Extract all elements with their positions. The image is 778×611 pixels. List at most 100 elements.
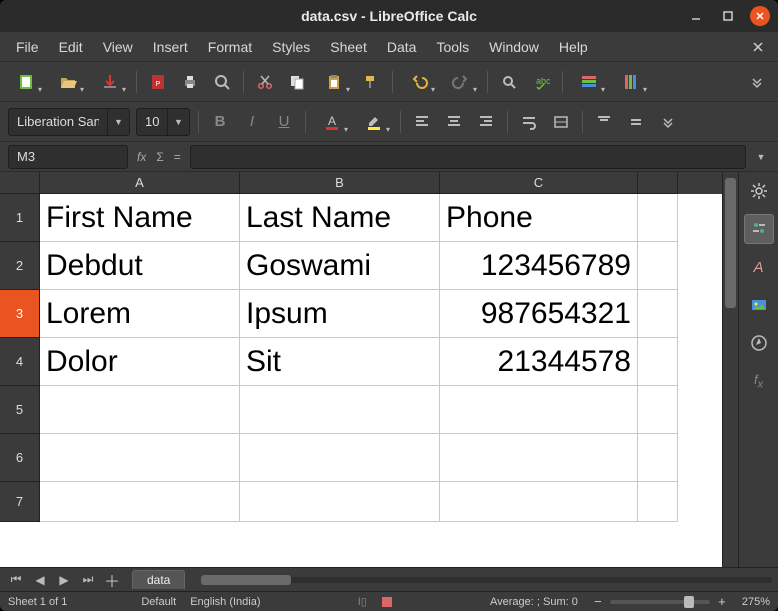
sidebar-settings-button[interactable] [744,176,774,206]
cell-c2[interactable]: 123456789 [440,242,638,290]
save-button[interactable] [92,69,128,95]
cell-b7[interactable] [240,482,440,522]
sidebar-functions-button[interactable]: fx [744,366,774,396]
menu-edit[interactable]: Edit [49,35,93,59]
toolbar-overflow-button[interactable] [655,109,681,135]
vertical-scrollbar[interactable] [722,172,738,567]
zoom-slider-thumb[interactable] [684,596,694,608]
cell-d5[interactable] [638,386,678,434]
cell-b4[interactable]: Sit [240,338,440,386]
last-sheet-button[interactable]: ⏭ [78,571,98,589]
selection-mode-icon[interactable] [381,596,393,608]
row-header-4[interactable]: 4 [0,338,40,386]
cut-button[interactable] [252,69,278,95]
menu-format[interactable]: Format [198,35,262,59]
wrap-text-button[interactable] [516,109,542,135]
align-right-button[interactable] [473,109,499,135]
redo-button[interactable] [443,69,479,95]
menu-data[interactable]: Data [377,35,427,59]
sidebar-styles-button[interactable]: A [744,252,774,282]
row-header-2[interactable]: 2 [0,242,40,290]
scrollbar-thumb[interactable] [725,178,736,308]
cell-a3[interactable]: Lorem [40,290,240,338]
status-summary[interactable]: Average: ; Sum: 0 [490,596,578,608]
formula-input-container[interactable] [190,145,746,169]
highlight-color-button[interactable] [356,109,392,135]
name-box-input[interactable] [9,146,127,168]
cell-b3[interactable]: Ipsum [240,290,440,338]
cell-c5[interactable] [440,386,638,434]
first-sheet-button[interactable]: ⏮ [6,571,26,589]
cell-a5[interactable] [40,386,240,434]
zoom-out-button[interactable]: − [592,594,604,609]
status-style[interactable]: Default [141,596,176,608]
window-minimize-button[interactable] [686,6,706,26]
font-name-input[interactable] [9,109,107,135]
font-size-input[interactable] [137,109,167,135]
window-close-button[interactable] [750,6,770,26]
spellcheck-button[interactable]: abc [528,69,554,95]
status-zoom[interactable]: 275% [742,596,770,608]
column-header-next[interactable] [638,172,678,194]
formula-input[interactable] [191,146,745,168]
cell-d6[interactable] [638,434,678,482]
status-language[interactable]: English (India) [190,596,260,608]
clone-formatting-button[interactable] [358,69,384,95]
menu-view[interactable]: View [93,35,143,59]
print-preview-button[interactable] [209,69,235,95]
underline-button[interactable]: U [271,109,297,135]
cell-c4[interactable]: 21344578 [440,338,638,386]
cell-b1[interactable]: Last Name [240,194,440,242]
menu-sheet[interactable]: Sheet [320,35,377,59]
cell-a2[interactable]: Debdut [40,242,240,290]
pdf-export-button[interactable]: P [145,69,171,95]
cell-d3[interactable] [638,290,678,338]
column-header-b[interactable]: B [240,172,440,194]
column-header-c[interactable]: C [440,172,638,194]
row-header-6[interactable]: 6 [0,434,40,482]
chevron-down-icon[interactable]: ▼ [167,109,189,135]
cell-d4[interactable] [638,338,678,386]
cell-d1[interactable] [638,194,678,242]
open-button[interactable] [50,69,86,95]
column-button[interactable] [613,69,649,95]
cell-c3[interactable]: 987654321 [440,290,638,338]
font-name-combo[interactable]: ▼ [8,108,130,136]
row-button[interactable] [571,69,607,95]
cell-b2[interactable]: Goswami [240,242,440,290]
row-header-7[interactable]: 7 [0,482,40,522]
toolbar-overflow-button[interactable] [744,69,770,95]
row-header-3[interactable]: 3 [0,290,40,338]
select-all-corner[interactable] [0,172,40,194]
menu-file[interactable]: File [6,35,49,59]
scrollbar-thumb[interactable] [201,575,291,585]
sum-button[interactable]: Σ [153,148,166,166]
cell-a1[interactable]: First Name [40,194,240,242]
cell-d7[interactable] [638,482,678,522]
font-size-combo[interactable]: ▼ [136,108,190,136]
horizontal-scrollbar[interactable] [201,574,772,586]
cell-a6[interactable] [40,434,240,482]
sidebar-properties-button[interactable] [744,214,774,244]
zoom-slider[interactable] [610,600,710,604]
add-sheet-button[interactable]: ＋ [102,571,122,589]
align-center-button[interactable] [441,109,467,135]
cell-a4[interactable]: Dolor [40,338,240,386]
merge-cells-button[interactable] [548,109,574,135]
row-header-5[interactable]: 5 [0,386,40,434]
paste-button[interactable] [316,69,352,95]
sidebar-navigator-button[interactable] [744,328,774,358]
menu-window[interactable]: Window [479,35,549,59]
function-wizard-button[interactable]: fx [134,148,149,166]
align-left-button[interactable] [409,109,435,135]
menu-styles[interactable]: Styles [262,35,320,59]
cell-c1[interactable]: Phone [440,194,638,242]
close-document-button[interactable] [744,37,772,57]
spreadsheet-grid[interactable]: A B C 1 First Name Last Name Phone 2 Deb… [0,172,722,567]
next-sheet-button[interactable]: ▶ [54,571,74,589]
align-middle-button[interactable] [623,109,649,135]
sidebar-gallery-button[interactable] [744,290,774,320]
bold-button[interactable]: B [207,109,233,135]
copy-button[interactable] [284,69,310,95]
prev-sheet-button[interactable]: ◀ [30,571,50,589]
